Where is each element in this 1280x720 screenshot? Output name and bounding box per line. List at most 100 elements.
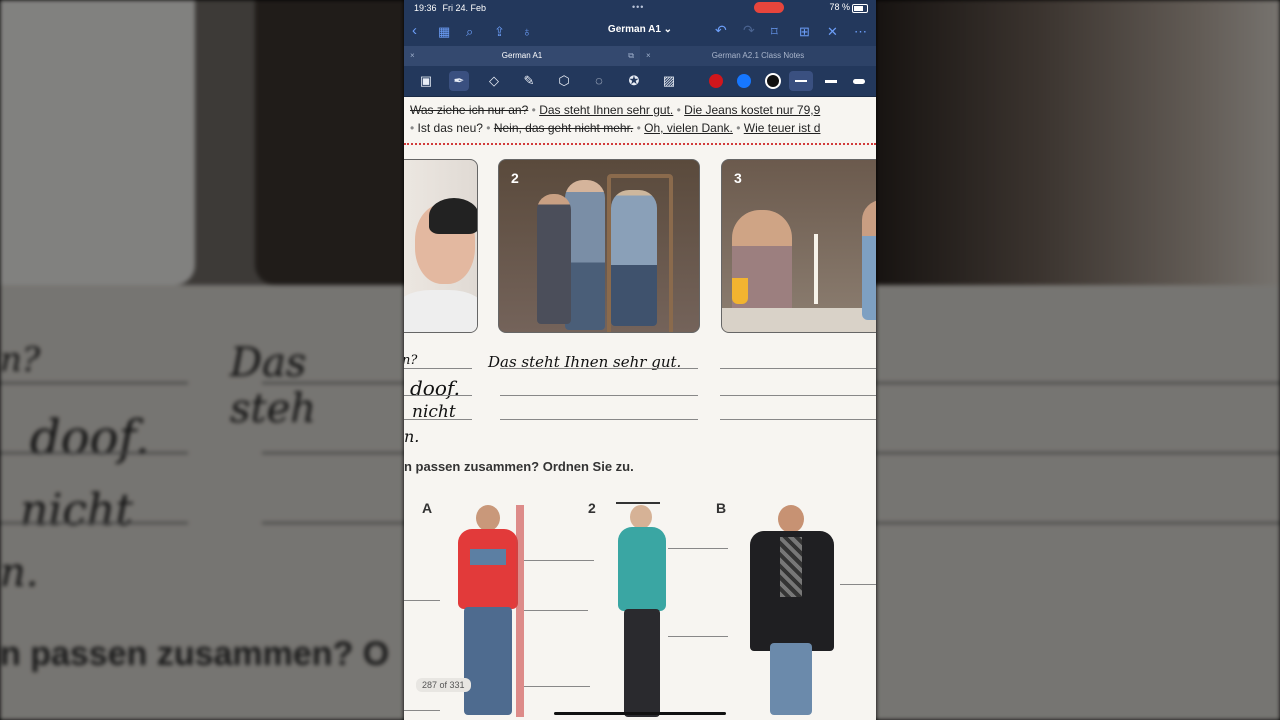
writing-line xyxy=(668,548,728,549)
status-bar: 19:36 Fri 24. Feb ••• 78 % xyxy=(404,0,876,16)
photo-mirror-frame xyxy=(607,174,673,332)
battery-percent: 78 % xyxy=(829,2,850,12)
writing-line xyxy=(404,600,440,601)
writing-line xyxy=(404,419,472,420)
backdrop-right xyxy=(876,0,1280,720)
backdrop-left: n? Das steh doof. nicht n. n passen zusa… xyxy=(0,0,404,720)
photo-woman xyxy=(537,194,571,324)
writing-line xyxy=(524,560,594,561)
label-b: B xyxy=(716,500,727,516)
pen-tool-icon[interactable]: ✒ xyxy=(449,71,469,91)
tab-label: German A2.1 Class Notes xyxy=(711,51,805,60)
page-indicator: 287 of 331 xyxy=(416,678,471,692)
backdrop-photo-dinner xyxy=(876,0,1280,285)
backdrop-rule xyxy=(0,382,188,384)
photo-hair xyxy=(429,198,477,234)
tab-close-icon[interactable]: × xyxy=(646,46,651,66)
photo-fitting-room: 2 xyxy=(498,159,700,333)
backdrop-rule xyxy=(876,522,1280,524)
book-phrase: Was ziehe ich nur an? xyxy=(410,103,529,117)
backdrop-rule xyxy=(876,452,1280,454)
battery-icon xyxy=(852,4,868,13)
label-2: 2 xyxy=(588,500,596,516)
writing-line xyxy=(668,636,728,637)
book-phrase: Die Jeans kostet nur 79,9 xyxy=(684,103,821,117)
undo-icon[interactable]: ↶ xyxy=(715,22,727,39)
shapes-tool-icon[interactable]: ⬡ xyxy=(554,71,574,91)
photo-table xyxy=(722,308,876,332)
stroke-thin[interactable] xyxy=(789,71,813,91)
book-phrase: Das steht Ihnen sehr gut. xyxy=(539,103,674,117)
writing-line xyxy=(840,584,876,585)
tab-german-a2[interactable]: × German A2.1 Class Notes xyxy=(640,46,876,66)
red-dotted-divider xyxy=(404,143,876,145)
more-icon[interactable]: ⋯ xyxy=(854,24,867,40)
backdrop-rule xyxy=(262,452,404,454)
highlighter-tool-icon[interactable]: ✎ xyxy=(519,71,539,91)
photo-number: 3 xyxy=(734,170,742,186)
color-swatch-red[interactable] xyxy=(709,74,723,88)
lasso-tool-icon[interactable]: ◌ xyxy=(589,71,609,91)
person-b-black-coat xyxy=(744,503,840,719)
writing-line xyxy=(404,710,440,711)
writing-line xyxy=(500,368,698,369)
eraser-tool-icon[interactable]: ◇ xyxy=(484,71,504,91)
backdrop-rule xyxy=(0,452,188,454)
exercise-heading: n passen zusammen? Ordnen Sie zu. xyxy=(404,459,634,474)
writing-line xyxy=(404,368,472,369)
color-swatch-black[interactable] xyxy=(765,73,781,89)
color-swatch-blue[interactable] xyxy=(737,74,751,88)
photo-glass xyxy=(732,278,748,304)
status-date: Fri 24. Feb xyxy=(442,3,487,13)
writing-line xyxy=(524,610,588,611)
bookmark-icon[interactable]: ⌑ xyxy=(771,24,778,40)
writing-line xyxy=(616,502,660,504)
backdrop-rule xyxy=(0,522,188,524)
writing-line xyxy=(500,419,698,420)
writing-line xyxy=(524,686,590,687)
multitask-dots-icon[interactable]: ••• xyxy=(632,2,644,12)
writing-line xyxy=(500,395,698,396)
writing-line xyxy=(720,395,876,396)
tab-close-icon[interactable]: × xyxy=(410,46,415,66)
backdrop-photo-left xyxy=(0,0,195,285)
close-icon[interactable]: ✕ xyxy=(827,24,838,40)
backdrop-rule xyxy=(262,522,404,524)
backdrop-photo-right xyxy=(255,0,404,285)
photo-man-profile xyxy=(404,159,478,333)
book-phrase: Ist das neu? xyxy=(417,121,483,135)
photo-man-dinner xyxy=(862,200,876,320)
tab-label: German A1 xyxy=(501,51,543,60)
screen-recording-icon xyxy=(754,2,784,13)
backdrop-rule xyxy=(262,382,404,384)
sticker-tool-icon[interactable]: ✪ xyxy=(624,71,644,91)
book-phrase: Nein, das geht nicht mehr. xyxy=(493,121,634,135)
tab-bar: × German A1 ⧉ × German A2.1 Class Notes xyxy=(404,46,876,66)
photo-shirt xyxy=(404,290,477,332)
backdrop-q: n? xyxy=(0,340,41,380)
ipad-screen: 19:36 Fri 24. Feb ••• 78 % ‹ ▦ ⌕ ⇪ ♁ Ger… xyxy=(404,0,876,720)
home-indicator[interactable] xyxy=(554,712,726,715)
add-page-icon[interactable]: ⊞ xyxy=(799,24,810,40)
stroke-medium[interactable] xyxy=(819,71,843,91)
status-time: 19:36 xyxy=(414,3,437,13)
image-tool-icon[interactable]: ▨ xyxy=(659,71,679,91)
backdrop-doof: doof. xyxy=(30,410,150,466)
backdrop-hw: Das steh xyxy=(230,340,317,432)
photo-man-back xyxy=(565,180,605,330)
app-chrome: 19:36 Fri 24. Feb ••• 78 % ‹ ▦ ⌕ ⇪ ♁ Ger… xyxy=(404,0,876,97)
handwriting-doof: doof. xyxy=(410,376,460,400)
backdrop-nicht: nicht xyxy=(20,485,134,536)
document-page[interactable]: Was ziehe ich nur an? • Das steht Ihnen … xyxy=(404,97,876,720)
backdrop-print: n passen zusammen? O xyxy=(0,635,390,673)
image-text-tool-icon[interactable]: ▣ xyxy=(416,71,436,91)
photo-number: 2 xyxy=(511,170,519,186)
person-2-teal-sweater xyxy=(612,501,672,719)
label-a: A xyxy=(422,500,433,516)
redo-icon[interactable]: ↷ xyxy=(743,22,755,39)
tab-german-a1[interactable]: × German A1 ⧉ xyxy=(404,46,640,66)
split-view-icon[interactable]: ⧉ xyxy=(628,46,634,66)
handwriting-n: n. xyxy=(404,427,420,446)
nav-bar: ‹ ▦ ⌕ ⇪ ♁ German A1 ⌄ ↶ ↷ ⌑ ⊞ ✕ ⋯ xyxy=(404,16,876,46)
stroke-thick[interactable] xyxy=(847,71,871,91)
